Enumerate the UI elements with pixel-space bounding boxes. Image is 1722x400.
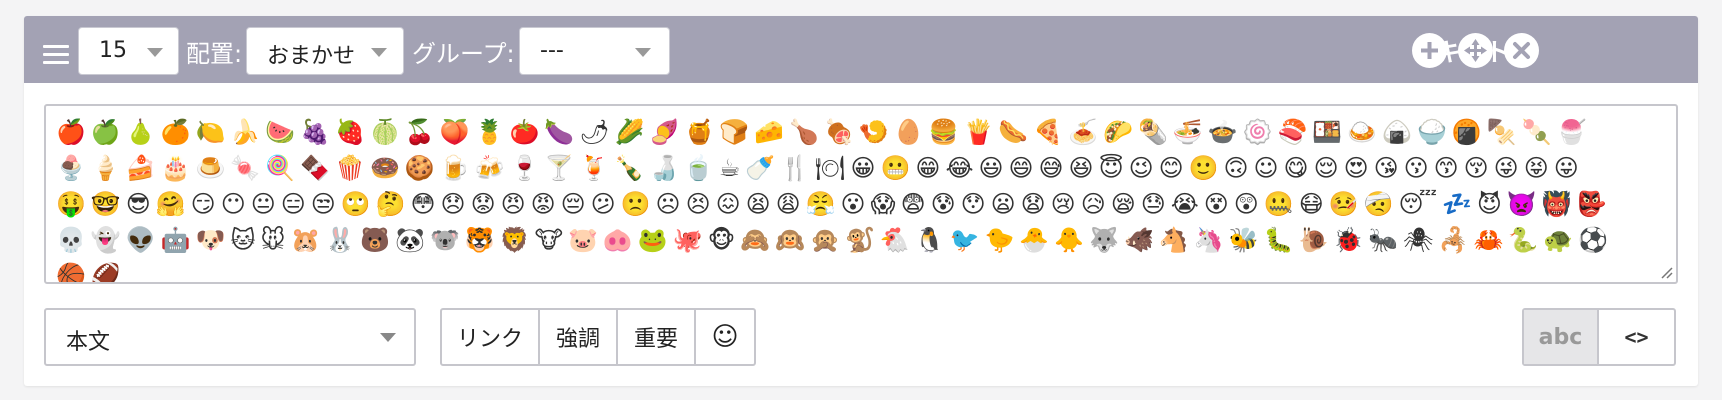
group-label: グループ: bbox=[412, 40, 515, 68]
text-block-panel: 15 配置: おまかせ グループ: --- テキスト 🍎🍏🍐🍊🍋🍌🍉🍇🍓🍈🍒🍑🍍… bbox=[24, 16, 1698, 386]
important-button[interactable]: 重要 bbox=[618, 310, 696, 364]
group-select[interactable]: --- bbox=[519, 27, 670, 75]
plus-icon[interactable] bbox=[1412, 33, 1447, 68]
view-mode-toggle: abc <> bbox=[1522, 308, 1676, 366]
size-select-value: 15 bbox=[99, 38, 127, 63]
move-icon[interactable] bbox=[1458, 33, 1493, 68]
editor-content[interactable]: 🍎🍏🍐🍊🍋🍌🍉🍇🍓🍈🍒🍑🍍🍅🍆🌶🌽🍠🍯🍞🧀🍗🍖🍤🥚🍔🍟🌭🍕🍝🌮🌯🍜🍲🍥🍣🍱🍛🍙🍚… bbox=[56, 114, 1616, 282]
size-select[interactable]: 15 bbox=[78, 27, 179, 75]
group-select-value: --- bbox=[540, 38, 564, 63]
hamburger-icon[interactable] bbox=[43, 45, 69, 65]
chevron-down-icon bbox=[380, 333, 396, 342]
placement-select[interactable]: おまかせ bbox=[246, 27, 404, 75]
emphasis-button[interactable]: 強調 bbox=[540, 310, 618, 364]
chevron-down-icon bbox=[371, 48, 387, 57]
emoji-button[interactable]: ☺ bbox=[696, 310, 754, 364]
placement-label: 配置: bbox=[186, 40, 243, 68]
block-toolbar: 15 配置: おまかせ グループ: --- テキスト bbox=[24, 16, 1698, 83]
chevron-down-icon bbox=[147, 48, 163, 57]
format-select-value: 本文 bbox=[66, 330, 111, 355]
text-view-button[interactable]: abc bbox=[1524, 310, 1599, 364]
close-icon[interactable] bbox=[1504, 33, 1539, 68]
chevron-down-icon bbox=[635, 48, 651, 57]
link-button[interactable]: リンク bbox=[442, 310, 540, 364]
resize-handle-icon[interactable] bbox=[1659, 265, 1673, 279]
code-view-button[interactable]: <> bbox=[1599, 310, 1674, 364]
inline-format-buttons: リンク 強調 重要 ☺ bbox=[440, 308, 756, 366]
format-select[interactable]: 本文 bbox=[44, 308, 416, 366]
placement-select-value: おまかせ bbox=[267, 44, 356, 69]
text-editor[interactable]: 🍎🍏🍐🍊🍋🍌🍉🍇🍓🍈🍒🍑🍍🍅🍆🌶🌽🍠🍯🍞🧀🍗🍖🍤🥚🍔🍟🌭🍕🍝🌮🌯🍜🍲🍥🍣🍱🍛🍙🍚… bbox=[44, 104, 1678, 284]
